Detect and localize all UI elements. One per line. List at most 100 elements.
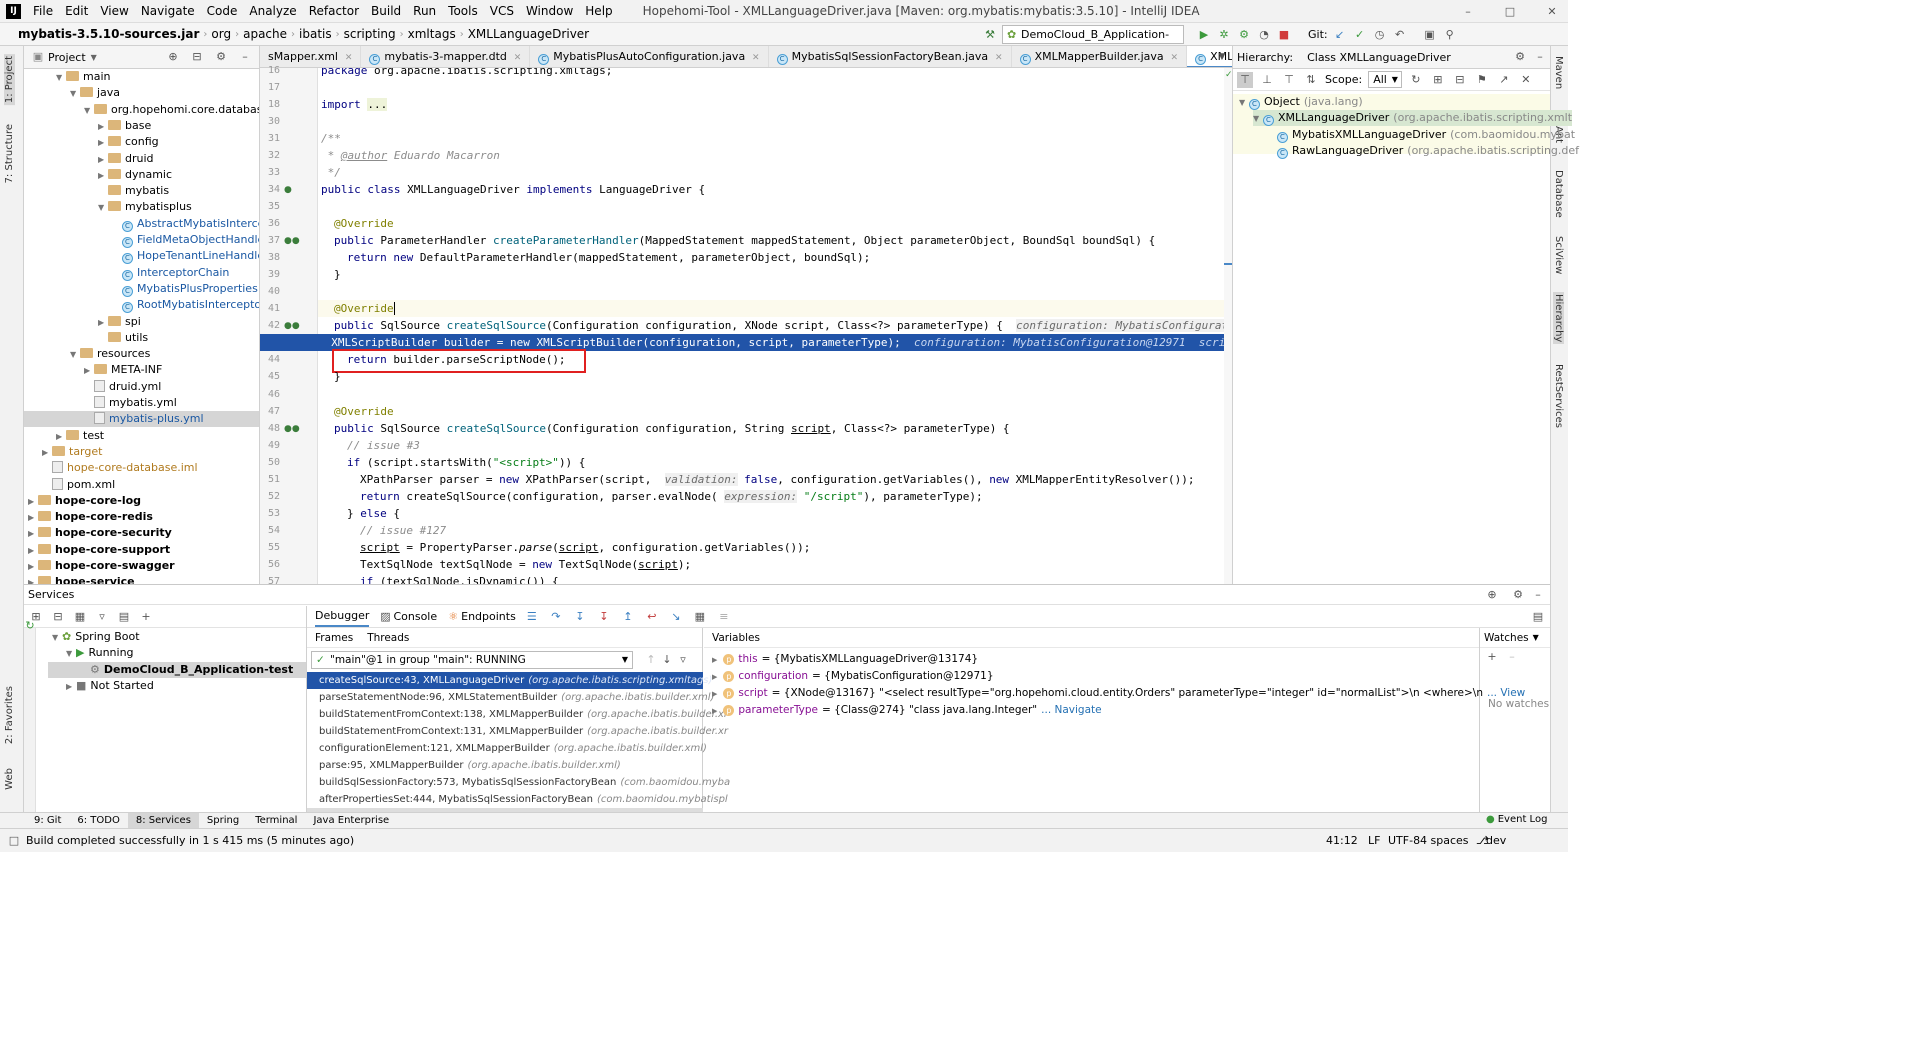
chevron-right-icon[interactable]: ▶: [28, 543, 38, 559]
tool-tab-hierarchy[interactable]: Hierarchy: [1553, 292, 1564, 345]
bottom-tab[interactable]: Terminal: [247, 813, 305, 829]
chevron-right-icon[interactable]: ▶: [66, 679, 76, 695]
stack-frame[interactable]: parseStatementNode:96, XMLStatementBuild…: [307, 689, 714, 706]
project-tree-item[interactable]: ▶ META-INF: [84, 362, 162, 378]
stack-frame[interactable]: afterPropertiesSet:444, MybatisSqlSessio…: [307, 791, 728, 808]
chevron-down-icon[interactable]: ▼: [1239, 95, 1249, 111]
stack-frame[interactable]: createSqlSource:43, XMLLanguageDriver (or…: [307, 672, 712, 689]
event-log-tab[interactable]: ● Event Log: [1486, 812, 1547, 828]
hierarchy-subject-tab[interactable]: Class XMLLanguageDriver: [1307, 51, 1451, 64]
stack-frame[interactable]: buildStatementFromContext:138, XMLMapper…: [307, 706, 728, 723]
gear-icon[interactable]: ⚙: [1512, 49, 1528, 65]
filter-icon[interactable]: ▿: [675, 652, 691, 668]
class-hierarchy-icon[interactable]: ⊤: [1237, 71, 1253, 88]
project-tree-item[interactable]: ▶ base: [98, 118, 151, 134]
chevron-right-icon[interactable]: ▶: [28, 575, 38, 584]
chevron-right-icon[interactable]: ▶: [28, 494, 38, 510]
project-tree-item[interactable]: mybatis-plus.yml: [24, 411, 259, 428]
force-step-into-icon[interactable]: ↧: [596, 609, 612, 625]
override-marker-icon[interactable]: ●●: [284, 321, 300, 331]
line-separator[interactable]: LF: [1368, 834, 1380, 847]
editor-scrollbar[interactable]: ✓: [1224, 68, 1232, 584]
chevron-right-icon[interactable]: ▶: [98, 135, 108, 151]
rerun-icon[interactable]: ↻: [22, 618, 38, 634]
globe-icon[interactable]: ⊕: [1484, 587, 1500, 603]
maximize-icon[interactable]: □: [1502, 4, 1518, 20]
breadcrumb-item[interactable]: ibatis: [295, 23, 336, 46]
frame-down-icon[interactable]: ↓: [659, 652, 675, 668]
close-tab-icon[interactable]: ✕: [1168, 53, 1179, 63]
bottom-tab[interactable]: 6: TODO: [69, 813, 127, 829]
coverage-icon[interactable]: ⚙: [1236, 27, 1252, 43]
menu-item-view[interactable]: View: [94, 0, 134, 23]
tab-frames[interactable]: Frames: [315, 632, 353, 644]
chevron-down-icon[interactable]: ▼: [70, 86, 80, 102]
chevron-right-icon[interactable]: ▶: [28, 510, 38, 526]
new-window-icon[interactable]: ▤: [116, 609, 132, 625]
project-tree-item[interactable]: ▶ hope-core-security: [28, 525, 172, 541]
group-icon[interactable]: ▦: [72, 609, 88, 625]
refresh-icon[interactable]: ↻: [1408, 72, 1424, 88]
tool-tab-maven[interactable]: Maven: [1553, 56, 1564, 89]
project-tree-item[interactable]: C InterceptorChain: [112, 265, 229, 281]
chevron-down-icon[interactable]: ▼: [1253, 111, 1263, 127]
close-tab-icon[interactable]: ✕: [992, 53, 1003, 63]
menu-item-build[interactable]: Build: [365, 0, 407, 23]
status-toggle-icon[interactable]: □: [6, 833, 22, 849]
variable-row[interactable]: ▶ p script = {XNode@13167} "<select resultT…: [712, 685, 1525, 702]
stop-icon[interactable]: ■: [1276, 27, 1292, 43]
collapse-all-icon[interactable]: ⊟: [50, 609, 66, 625]
editor-tab[interactable]: C MybatisPlusAutoConfiguration.java ✕: [530, 46, 769, 67]
bottom-tab[interactable]: Java Enterprise: [305, 813, 397, 829]
profile-icon[interactable]: ◔: [1256, 27, 1272, 43]
project-tree-item[interactable]: ▶ target: [42, 444, 102, 460]
chevron-right-icon[interactable]: ▶: [712, 673, 717, 681]
sort-icon[interactable]: ⇅: [1303, 72, 1319, 88]
chevron-down-icon[interactable]: ▼: [56, 70, 66, 86]
editor-tab[interactable]: C XMLMapperBuilder.java ✕: [1012, 46, 1188, 67]
services-tree-item[interactable]: ▶ ■ Not Started: [66, 678, 154, 694]
chevron-right-icon[interactable]: ▶: [28, 526, 38, 542]
tool-tab-project[interactable]: 1: Project: [4, 54, 15, 106]
project-tree-item[interactable]: mybatis.yml: [84, 395, 177, 411]
drop-frame-icon[interactable]: ↩: [644, 609, 660, 625]
menu-item-tools[interactable]: Tools: [442, 0, 484, 23]
tool-tab-structure[interactable]: 7: Structure: [4, 124, 15, 183]
git-rollback-icon[interactable]: ↶: [1392, 27, 1408, 43]
project-tree-item[interactable]: ▼ org.hopehomi.core.database: [84, 102, 259, 118]
close-icon[interactable]: ✕: [1544, 4, 1560, 20]
chevron-down-icon[interactable]: ▼: [66, 646, 76, 662]
project-tree-item[interactable]: ▼ java: [70, 85, 120, 101]
filter-icon[interactable]: ▿: [94, 609, 110, 625]
search-everywhere-icon[interactable]: ▣: [1422, 27, 1438, 43]
trace-icon[interactable]: ≡: [716, 609, 732, 625]
menu-item-code[interactable]: Code: [201, 0, 244, 23]
services-tree-item[interactable]: ▼ ▶ Running: [66, 645, 134, 661]
close-tab-icon[interactable]: ✕: [749, 53, 760, 63]
override-marker-icon[interactable]: ●●: [284, 236, 300, 246]
bottom-tab[interactable]: Spring: [199, 813, 247, 829]
editor-tab[interactable]: C MybatisSqlSessionFactoryBean.java ✕: [769, 46, 1012, 67]
frame-up-icon[interactable]: ↑: [643, 652, 659, 668]
locate-icon[interactable]: ⊕: [165, 49, 181, 65]
hide-icon[interactable]: –: [237, 49, 253, 65]
services-tree-item[interactable]: ▼ ✿ Spring Boot: [52, 629, 140, 645]
git-branch[interactable]: dev: [1486, 834, 1506, 847]
export-icon[interactable]: ↗: [1496, 72, 1512, 88]
indent-setting[interactable]: 4 spaces: [1420, 834, 1469, 847]
project-tree-item[interactable]: druid.yml: [84, 379, 161, 395]
project-tree-item[interactable]: ▶ test: [56, 428, 104, 444]
project-tree-item[interactable]: ▶ spi: [98, 314, 141, 330]
tab-list-chevron-icon[interactable]: ▼: [1214, 49, 1230, 65]
supertypes-icon[interactable]: ⊥: [1259, 72, 1275, 88]
tool-tab-database[interactable]: Database: [1553, 170, 1564, 218]
chevron-right-icon[interactable]: ▶: [712, 690, 717, 698]
project-tree-item[interactable]: hope-core-database.iml: [42, 460, 198, 476]
hide-icon[interactable]: –: [1532, 49, 1548, 65]
menu-item-run[interactable]: Run: [407, 0, 442, 23]
project-tree-item[interactable]: ▶ config: [98, 134, 159, 150]
project-tree-item[interactable]: mybatis: [98, 183, 169, 199]
chevron-right-icon[interactable]: ▶: [42, 445, 52, 461]
menu-item-window[interactable]: Window: [520, 0, 579, 23]
chevron-down-icon[interactable]: ▼: [91, 53, 97, 62]
